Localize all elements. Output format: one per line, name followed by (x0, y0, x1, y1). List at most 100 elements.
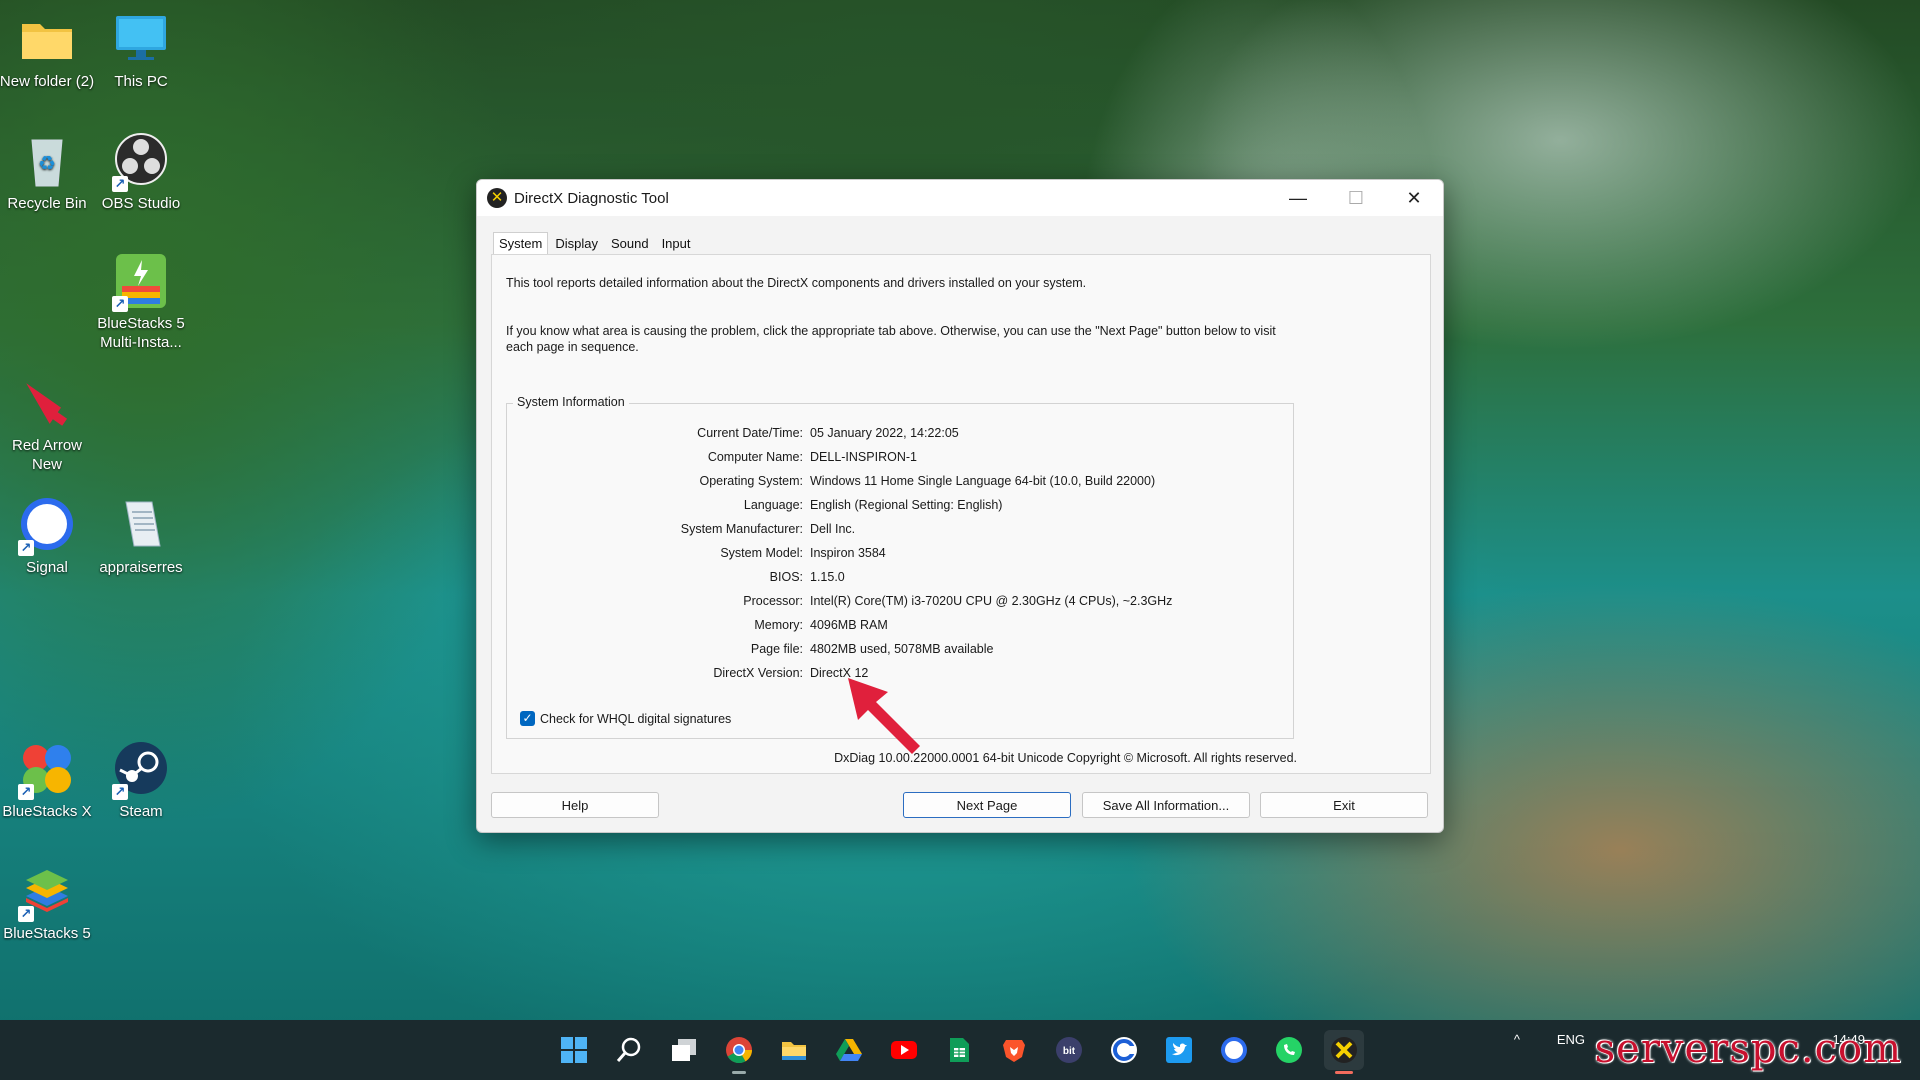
tab-system[interactable]: System (493, 232, 549, 255)
desktop-icon-bluestacks-x[interactable]: ↗ BlueStacks X (0, 740, 96, 821)
close-button[interactable]: ✕ (1385, 180, 1443, 216)
info-label: System Model: (720, 546, 803, 560)
desktop-icon-label: Red Arrow New (11, 437, 83, 473)
info-value: Intel(R) Core(TM) i3-7020U CPU @ 2.30GHz… (810, 594, 1173, 608)
task-view-icon[interactable] (664, 1030, 704, 1070)
info-value: Windows 11 Home Single Language 64-bit (… (810, 474, 1156, 488)
desktop-icon-bluestacks-5[interactable]: ↗ BlueStacks 5 (0, 862, 96, 943)
info-row-operating-system: Operating System: Windows 11 Home Single… (507, 474, 1295, 494)
desktop-icon-new-folder[interactable]: New folder (2) (0, 10, 96, 91)
dxdiag-window: ✕ DirectX Diagnostic Tool — ☐ ✕ System D… (476, 179, 1444, 833)
desktop-icon-red-arrow[interactable]: Red Arrow New (0, 374, 96, 474)
monitor-icon (112, 10, 170, 68)
desktop-icon-this-pc[interactable]: This PC (92, 10, 190, 91)
brave-icon[interactable] (994, 1030, 1034, 1070)
info-label: DirectX Version: (713, 666, 803, 680)
maximize-icon: ☐ (1347, 187, 1365, 208)
save-all-information-button[interactable]: Save All Information... (1082, 792, 1250, 818)
folder-icon (18, 10, 76, 68)
desktop-icon-label: Signal (26, 559, 68, 576)
help-button[interactable]: Help (491, 792, 659, 818)
info-value: Dell Inc. (810, 522, 856, 536)
active-indicator (1335, 1071, 1353, 1074)
info-label: Processor: (743, 594, 803, 608)
info-label: Page file: (750, 642, 803, 656)
svg-text:♻: ♻ (38, 153, 56, 175)
desktop-icon-steam[interactable]: ↗ Steam (92, 740, 190, 821)
title-bar[interactable]: ✕ DirectX Diagnostic Tool — ☐ ✕ (477, 180, 1443, 216)
desktop-icon-label: New folder (2) (0, 73, 95, 90)
red-arrow-annotation (840, 672, 930, 767)
desktop-icon-signal[interactable]: ↗ Signal (0, 496, 96, 577)
exit-button[interactable]: Exit (1260, 792, 1428, 818)
info-row-model: System Model: Inspiron 3584 (507, 546, 1295, 566)
next-page-button[interactable]: Next Page (903, 792, 1071, 818)
minimize-button[interactable]: — (1269, 180, 1327, 216)
intro-text: This tool reports detailed information a… (506, 276, 1087, 290)
tab-strip: System Display Sound Input (493, 232, 697, 255)
tab-input[interactable]: Input (656, 232, 697, 255)
desktop-icon-label: BlueStacks 5 Multi-Insta... (97, 315, 185, 351)
whatsapp-icon[interactable] (1269, 1030, 1309, 1070)
signal-icon[interactable] (1214, 1030, 1254, 1070)
obs-icon: ↗ (112, 132, 170, 192)
file-explorer-icon[interactable] (774, 1030, 814, 1070)
shortcut-arrow-icon: ↗ (18, 784, 34, 800)
red-arrow-icon (18, 374, 76, 432)
desktop-icon-recycle-bin[interactable]: ♻ Recycle Bin (0, 132, 96, 213)
bluestacks-icon: ↗ (18, 862, 76, 922)
bluestacks-multi-icon: ↗ (112, 252, 170, 312)
tab-display[interactable]: Display (549, 232, 604, 255)
desktop-icon-appraiserres[interactable]: appraiserres (92, 496, 190, 577)
search-icon[interactable] (609, 1030, 649, 1070)
info-value: 1.15.0 (810, 570, 845, 584)
info-value: Inspiron 3584 (810, 546, 886, 560)
desktop-icon-obs-studio[interactable]: ↗ OBS Studio (92, 132, 190, 213)
info-value: 4802MB used, 5078MB available (810, 642, 994, 656)
recycle-bin-icon: ♻ (18, 132, 76, 190)
info-row-memory: Memory: 4096MB RAM (507, 618, 1295, 638)
watermark: serverspc.com (1594, 1026, 1902, 1072)
running-indicator (732, 1071, 746, 1074)
group-legend: System Information (513, 395, 629, 409)
google-drive-icon[interactable] (829, 1030, 869, 1070)
info-label: Memory: (754, 618, 803, 632)
bit-icon[interactable]: bit (1049, 1030, 1089, 1070)
window-title: DirectX Diagnostic Tool (514, 189, 669, 207)
info-value: 05 January 2022, 14:22:05 (810, 426, 959, 440)
whql-checkbox[interactable]: ✓ (520, 711, 535, 726)
info-row-manufacturer: System Manufacturer: Dell Inc. (507, 522, 1295, 542)
info-row-language: Language: English (Regional Setting: Eng… (507, 498, 1295, 518)
desktop-icon-label: appraiserres (99, 559, 183, 576)
notepad-icon (112, 496, 170, 554)
shortcut-arrow-icon: ↗ (112, 296, 128, 312)
google-sheets-icon[interactable] (939, 1030, 979, 1070)
info-row-computer-name: Computer Name: DELL-INSPIRON-1 (507, 450, 1295, 470)
maximize-button[interactable]: ☐ (1327, 180, 1385, 216)
start-icon[interactable] (554, 1030, 594, 1070)
dxdiag-icon[interactable] (1324, 1030, 1364, 1074)
desktop-icon-label: BlueStacks 5 (3, 925, 91, 942)
info-label: Computer Name: (707, 450, 803, 464)
close-icon: ✕ (1406, 187, 1422, 208)
info-row-page-file: Page file: 4802MB used, 5078MB available (507, 642, 1295, 662)
desktop-icon-label: Steam (119, 803, 163, 820)
info-value: DELL-INSPIRON-1 (810, 450, 917, 464)
shortcut-arrow-icon: ↗ (112, 176, 128, 192)
twitter-icon[interactable] (1159, 1030, 1199, 1070)
ccleaner-icon[interactable] (1104, 1030, 1144, 1070)
youtube-icon[interactable] (884, 1030, 924, 1070)
svg-text:bit: bit (1063, 1046, 1076, 1057)
tab-sound[interactable]: Sound (605, 232, 655, 255)
whql-label: Check for WHQL digital signatures (540, 711, 732, 726)
chrome-icon[interactable] (719, 1030, 759, 1074)
chevron-up-icon[interactable]: ^ (1514, 1032, 1520, 1047)
desktop-icon-bluestacks-multi[interactable]: ↗ BlueStacks 5 Multi-Insta... (92, 252, 190, 352)
dxdiag-icon: ✕ (487, 188, 507, 208)
whql-checkbox-row[interactable]: ✓ Check for WHQL digital signatures (520, 711, 731, 726)
language-indicator[interactable]: ENG (1557, 1032, 1585, 1047)
steam-icon: ↗ (112, 740, 170, 800)
shortcut-arrow-icon: ↗ (18, 540, 34, 556)
checkmark-icon: ✓ (522, 711, 533, 725)
info-label: Operating System: (699, 474, 803, 488)
